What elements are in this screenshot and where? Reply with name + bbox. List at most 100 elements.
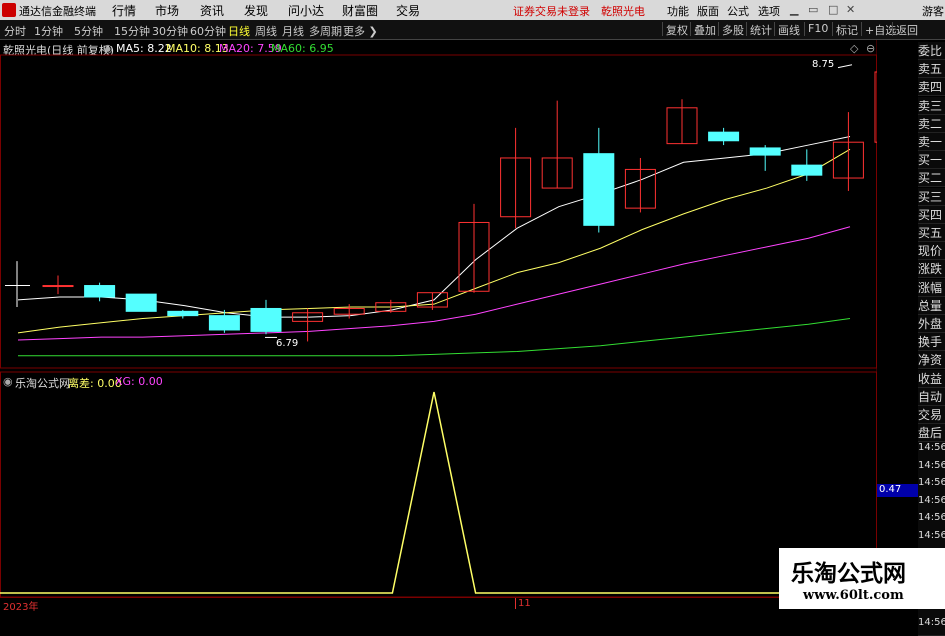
side-panel-item[interactable]: 卖五 xyxy=(918,60,945,79)
menu-layout[interactable]: 版面 xyxy=(697,3,719,19)
menu-item-wealth-circle[interactable]: 财富圈 xyxy=(342,2,378,19)
candle-body-down xyxy=(583,153,615,226)
app-logo-icon xyxy=(2,3,16,17)
side-panel-item[interactable]: 卖一 xyxy=(918,133,945,151)
sub-chart-title: 乐淘公式网 xyxy=(15,377,70,390)
date-axis: 2023年 11 xyxy=(0,597,779,613)
period-more[interactable]: 更多 ❯ xyxy=(343,23,378,39)
period-15min[interactable]: 15分钟 xyxy=(114,23,150,39)
period-30min[interactable]: 30分钟 xyxy=(152,23,188,39)
side-panel-item[interactable]: 14:56 xyxy=(918,477,945,496)
side-panel-item[interactable]: 净资 xyxy=(918,351,945,370)
side-panel-item[interactable]: 卖四 xyxy=(918,78,945,97)
trade-login-notice[interactable]: 证券交易未登录 乾照光电 xyxy=(513,3,645,19)
side-panel-item[interactable]: 14:56 xyxy=(918,459,945,479)
date-month-label: 11 xyxy=(515,598,531,609)
side-panel-item[interactable]: 14:56 xyxy=(918,617,945,636)
candle-body-up xyxy=(42,285,74,288)
side-panel-item[interactable]: 买三 xyxy=(918,187,945,206)
btn-mark[interactable]: 标记 xyxy=(832,22,858,37)
btn-back[interactable]: 返回 xyxy=(892,22,918,37)
side-panel-item[interactable]: 14:56 xyxy=(918,442,945,461)
menu-item-discover[interactable]: 发现 xyxy=(244,2,268,19)
watermark-logo: 乐淘公式网 www.60lt.com xyxy=(779,548,945,609)
menu-formula[interactable]: 公式 xyxy=(727,3,749,19)
side-panel-item[interactable]: 交易 xyxy=(918,406,945,424)
period-daily[interactable]: 日线 xyxy=(228,23,250,39)
ma-line-ma20 xyxy=(17,226,851,341)
low-price-label: 6.79 xyxy=(276,338,299,349)
side-panel-item[interactable]: 涨跌 xyxy=(918,260,945,279)
sub-chart-frame xyxy=(0,371,877,598)
current-stock-name: 乾照光电 xyxy=(601,5,645,18)
period-1min[interactable]: 1分钟 xyxy=(34,23,63,39)
ma-line-ma5 xyxy=(17,135,851,318)
side-panel-item[interactable]: 自动 xyxy=(918,387,945,406)
candle-body-down xyxy=(167,310,199,317)
btn-add-watchlist[interactable]: +自选 xyxy=(861,22,896,37)
sub-line-diff xyxy=(0,391,850,594)
side-panel-item[interactable]: 涨幅 xyxy=(918,278,945,297)
candle-body-down xyxy=(749,147,781,156)
period-multi[interactable]: 多周期 xyxy=(309,23,342,39)
candle-body-down xyxy=(125,293,157,312)
candle-body-down xyxy=(708,131,740,142)
side-panel-item[interactable]: 收益 xyxy=(918,369,945,388)
side-panel-item[interactable]: 换手 xyxy=(918,333,945,352)
xg-value: XG: 0.00 xyxy=(115,375,163,388)
side-panel-item[interactable]: 现价 xyxy=(918,242,945,261)
guest-user[interactable]: 游客 xyxy=(922,3,944,19)
maximize-icon[interactable]: □ xyxy=(828,3,838,16)
candle-body-down xyxy=(84,285,116,298)
btn-draw-line[interactable]: 画线 xyxy=(774,22,800,37)
period-weekly[interactable]: 周线 xyxy=(255,23,277,39)
chevron-right-icon: ❯ xyxy=(368,25,378,38)
menu-item-ask[interactable]: 问小达 xyxy=(288,2,324,19)
watermark-title: 乐淘公式网 xyxy=(791,561,906,587)
period-60min[interactable]: 60分钟 xyxy=(190,23,226,39)
btn-multi-stock[interactable]: 多股 xyxy=(718,22,744,37)
side-panel-item[interactable]: 14:56 xyxy=(918,512,945,531)
btn-adjust[interactable]: 复权 xyxy=(662,22,688,37)
app-name: 通达信金融终端 xyxy=(19,5,96,18)
high-price-label: 8.75 xyxy=(812,59,835,70)
period-5min[interactable]: 5分钟 xyxy=(74,23,103,39)
watermark-url: www.60lt.com xyxy=(803,588,904,603)
restore-icon[interactable]: ▭ xyxy=(808,3,818,16)
candle-body-down xyxy=(250,307,282,332)
menu-item-quotes[interactable]: 行情 xyxy=(112,2,136,19)
current-value-marker: 0.47 xyxy=(877,484,919,497)
side-panel-item[interactable]: 买五 xyxy=(918,224,945,242)
side-panel-item[interactable]: 外盘 xyxy=(918,315,945,333)
side-panel-item[interactable]: 总量 xyxy=(918,296,945,315)
kline-chart[interactable]: 8.608.408.208.007.807.607.407.207.006.80… xyxy=(0,40,877,600)
side-panel-item[interactable]: 14:56 xyxy=(918,529,945,549)
menu-item-trade[interactable]: 交易 xyxy=(396,2,420,19)
minimize-icon[interactable]: ▁ xyxy=(790,3,798,16)
menu-item-market[interactable]: 市场 xyxy=(155,2,179,19)
period-monthly[interactable]: 月线 xyxy=(282,23,304,39)
side-panel-item[interactable]: 卖二 xyxy=(918,114,945,133)
side-panel-item[interactable]: 委比 xyxy=(918,42,945,60)
menu-options[interactable]: 选项 xyxy=(758,3,780,19)
btn-statistics[interactable]: 统计 xyxy=(746,22,772,37)
title-bar: 通达信金融终端 行情 市场 资讯 发现 问小达 财富圈 交易 证券交易未登录 乾… xyxy=(0,0,945,20)
close-icon[interactable]: ✕ xyxy=(846,3,855,16)
side-panel-item[interactable]: 卖三 xyxy=(918,96,945,115)
side-panel-item[interactable]: 买二 xyxy=(918,169,945,188)
side-panel-item[interactable]: 买一 xyxy=(918,151,945,170)
side-panel-item[interactable]: 买四 xyxy=(918,205,945,224)
candle-body-down xyxy=(208,315,240,331)
side-panel-item[interactable]: 14:56 xyxy=(918,494,945,514)
btn-overlay[interactable]: 叠加 xyxy=(690,22,716,37)
btn-f10[interactable]: F10 xyxy=(804,22,828,36)
candle-body-down xyxy=(791,164,823,176)
date-start-label: 2023年 xyxy=(3,602,39,613)
period-toolbar: 分时 1分钟 5分钟 15分钟 30分钟 60分钟 日线 周线 月线 多周期 更… xyxy=(0,20,945,40)
menu-function[interactable]: 功能 xyxy=(667,3,689,19)
side-panel-item[interactable]: 盘后 xyxy=(918,424,945,443)
high-arrow xyxy=(837,64,853,69)
period-intraday[interactable]: 分时 xyxy=(4,23,26,39)
sub-legend-toggle-icon[interactable]: ◉ xyxy=(3,375,13,388)
menu-item-news[interactable]: 资讯 xyxy=(200,2,224,19)
